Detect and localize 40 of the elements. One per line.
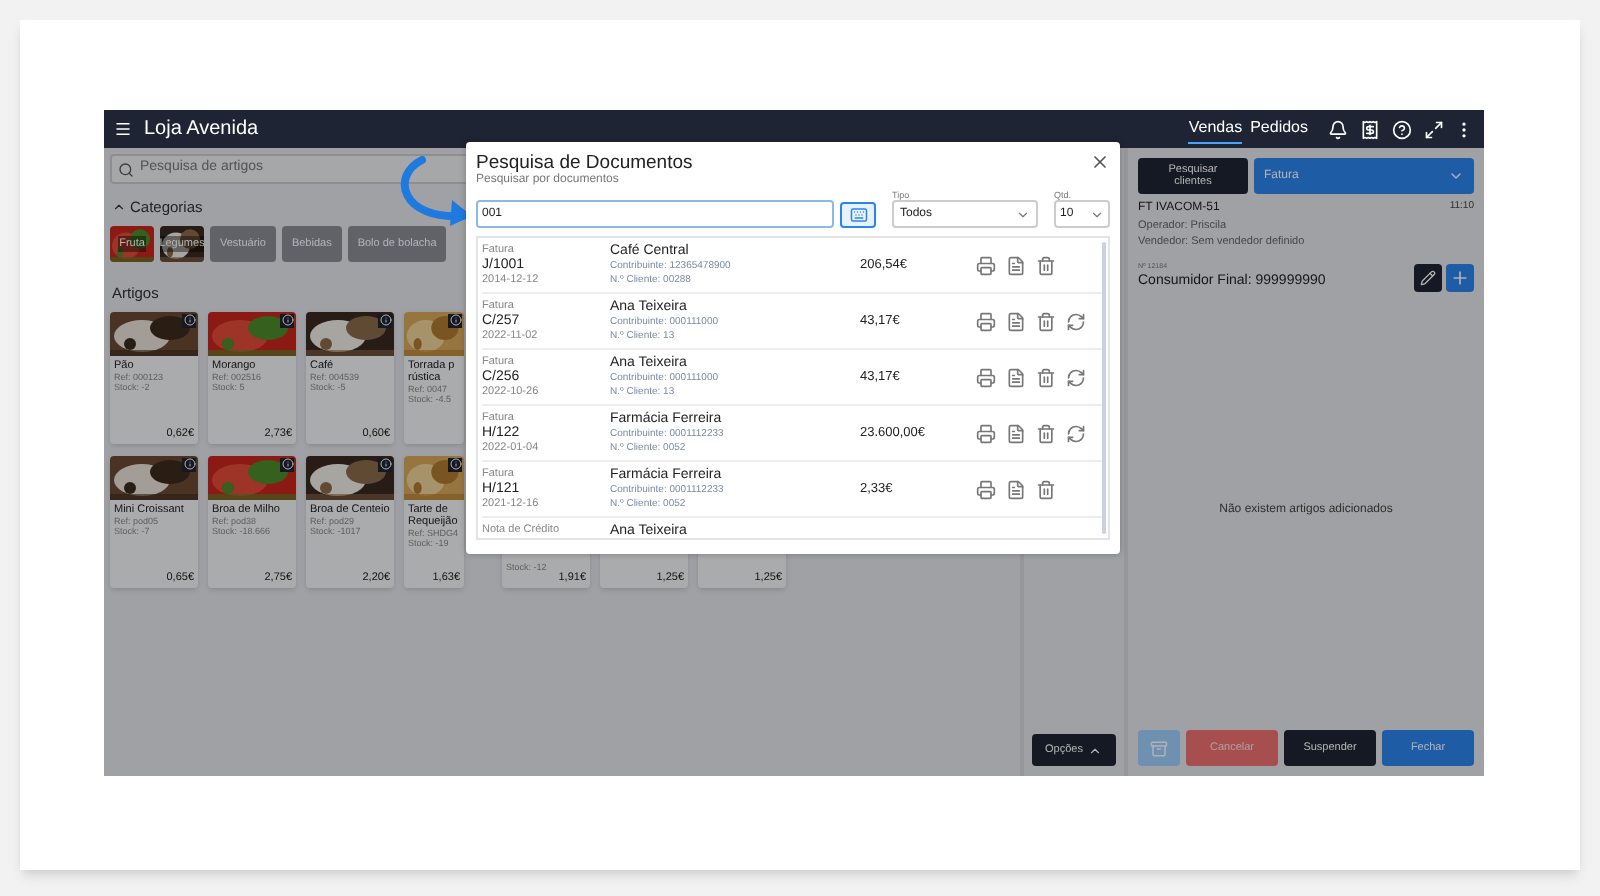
trash-icon[interactable] — [1036, 424, 1056, 444]
keyboard-icon — [849, 206, 868, 224]
chevron-up-icon[interactable] — [112, 200, 126, 215]
search-icon — [118, 161, 134, 177]
trash-icon[interactable] — [1036, 312, 1056, 332]
bell-icon[interactable] — [1328, 119, 1348, 139]
refresh-icon[interactable] — [1066, 424, 1086, 444]
print-icon[interactable] — [976, 312, 996, 332]
store-title: Loja Avenida — [144, 116, 259, 144]
trash-icon[interactable] — [1036, 480, 1056, 500]
document-icon[interactable] — [1006, 368, 1026, 388]
print-icon[interactable] — [976, 424, 996, 444]
document-icon[interactable] — [1006, 424, 1026, 444]
document-icon[interactable] — [1006, 480, 1026, 500]
chevron-down-icon — [1090, 207, 1104, 221]
refresh-icon[interactable] — [1066, 368, 1086, 388]
document-icon[interactable] — [1006, 256, 1026, 276]
print-icon[interactable] — [976, 480, 996, 500]
chevron-down-icon — [1016, 207, 1030, 221]
menu-icon[interactable] — [114, 120, 132, 138]
help-icon[interactable] — [1392, 119, 1412, 139]
keyboard-button[interactable] — [840, 202, 876, 228]
nav-tab[interactable]: Pedidos — [1250, 115, 1308, 143]
trash-icon[interactable] — [1036, 256, 1056, 276]
box-icon — [1150, 739, 1168, 757]
refresh-icon[interactable] — [1066, 312, 1086, 332]
print-icon[interactable] — [976, 368, 996, 388]
chevron-up-icon — [1088, 743, 1103, 757]
edit-button[interactable] — [1414, 264, 1442, 293]
receipt-icon[interactable] — [1360, 119, 1380, 139]
pencil-icon — [1420, 270, 1436, 287]
print-icon[interactable] — [976, 256, 996, 276]
nav-tab[interactable]: Vendas — [1188, 115, 1243, 143]
plus-icon — [1450, 268, 1470, 289]
trash-icon[interactable] — [1036, 368, 1056, 388]
close-icon[interactable] — [1090, 152, 1110, 172]
document-icon[interactable] — [1006, 312, 1026, 332]
fullscreen-icon[interactable] — [1424, 119, 1444, 139]
dialog-title: Pesquisa de Documentos — [476, 152, 693, 174]
chevron-down-icon — [1448, 168, 1464, 184]
